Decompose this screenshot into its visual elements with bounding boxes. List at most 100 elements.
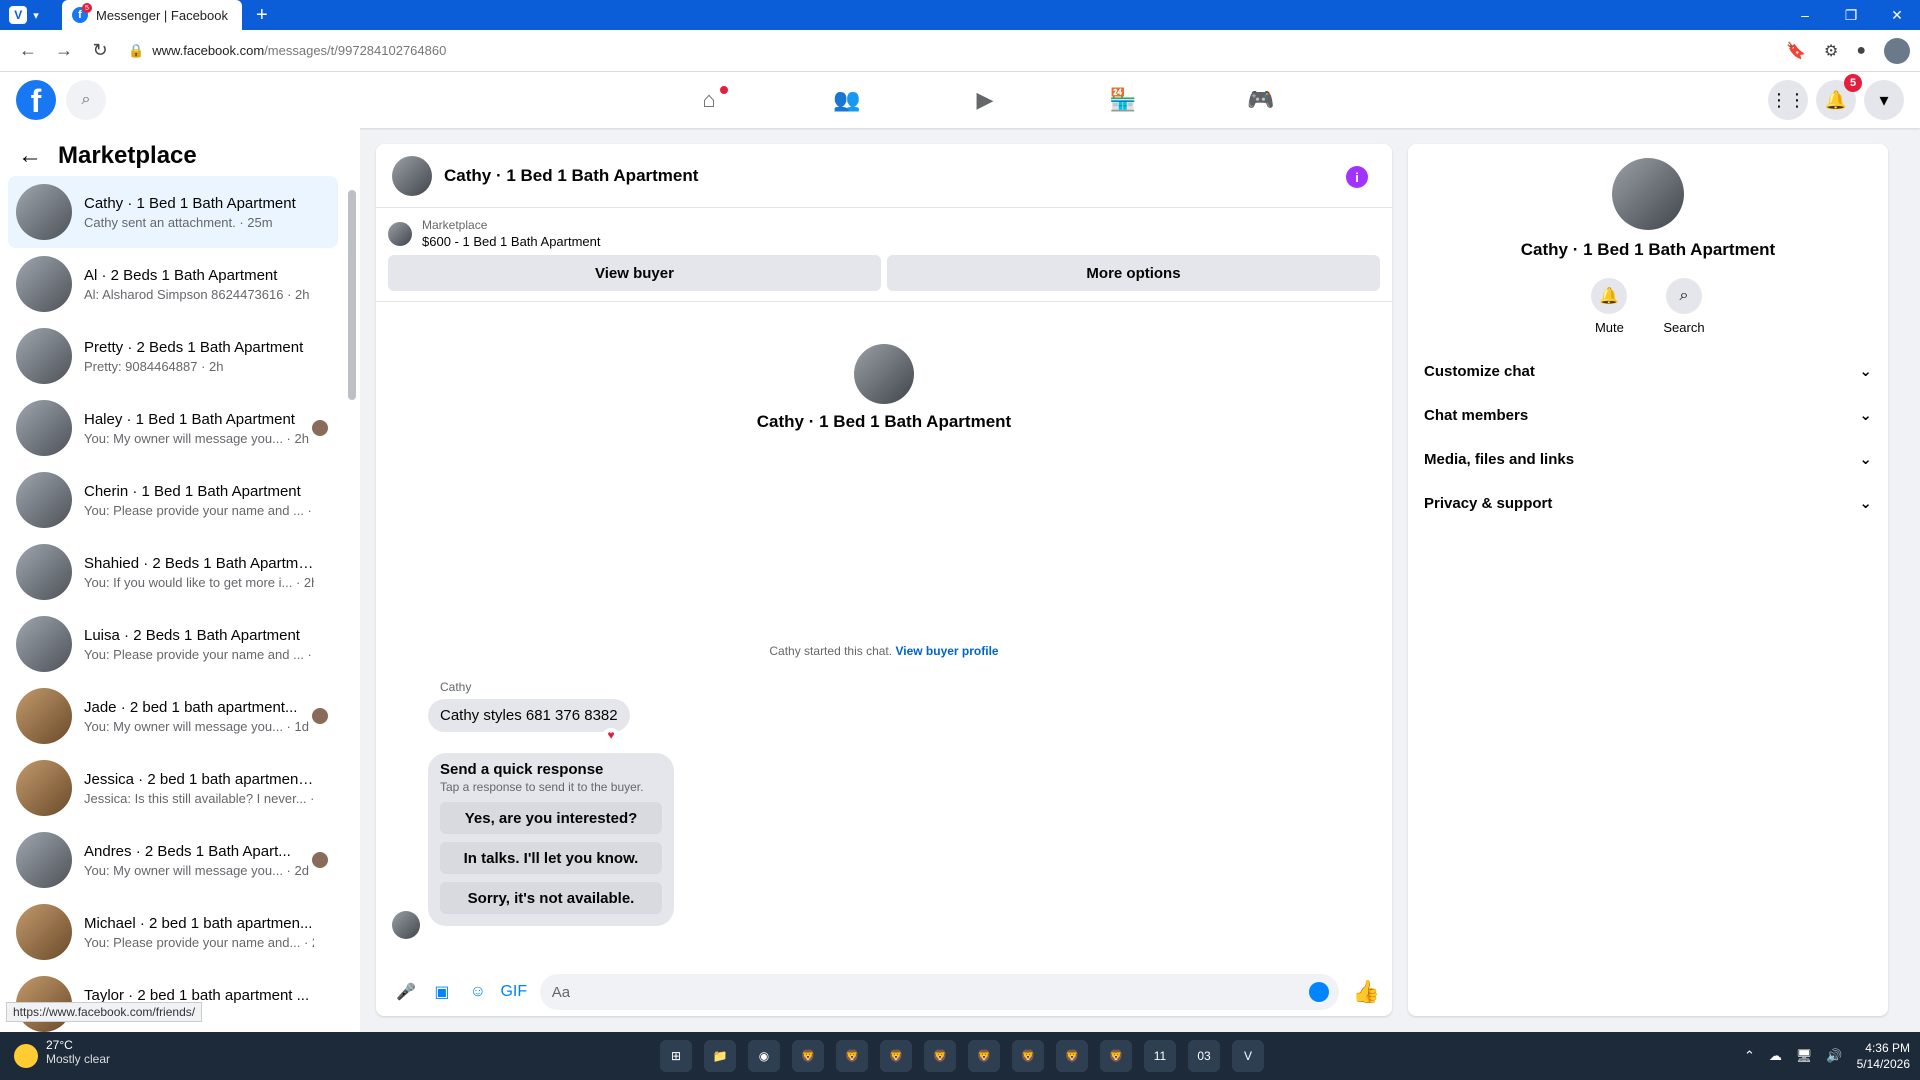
notifications-bell-icon[interactable]: 🔔 5 [1816, 74, 1862, 120]
photo-icon[interactable]: ▣ [424, 982, 460, 1002]
message-composer: 🎤 ▣ ☺ GIF Aa 👍 [376, 968, 1392, 1016]
maximize-button[interactable]: ❐ [1828, 7, 1874, 24]
cloud-icon[interactable]: ☁ [1769, 1048, 1782, 1064]
view-buyer-profile-link[interactable]: View buyer profile [895, 644, 998, 658]
reload-icon[interactable]: ↻ [82, 40, 118, 61]
lock-icon: 🔒 [128, 42, 145, 58]
home-icon[interactable]: ⌂ [640, 72, 778, 128]
brave-icon[interactable]: 🦁 [924, 1040, 956, 1072]
menu-grid-icon[interactable]: ⋮⋮ [1768, 80, 1808, 120]
facebook-logo-icon[interactable]: f [16, 80, 56, 120]
message-input[interactable]: Aa [539, 974, 1339, 1010]
conversation-item[interactable]: Luisa · 2 Beds 1 Bath Apartment You: Plea… [8, 608, 338, 680]
conversation-item[interactable]: Cathy · 1 Bed 1 Bath Apartment Cathy sent… [8, 176, 338, 248]
privacy-support-section[interactable]: Privacy & support ⌄ [1408, 481, 1888, 525]
quick-response-title: Send a quick response [440, 761, 604, 778]
conversation-item[interactable]: Al · 2 Beds 1 Bath Apartment Al: Alsharod… [8, 248, 338, 320]
quick-response-button[interactable]: Sorry, it's not available. [440, 882, 662, 914]
conversation-preview: You: If you would like to get more i... … [84, 574, 314, 590]
heart-reaction-icon[interactable]: ♥ [602, 728, 620, 746]
chat-title[interactable]: Cathy · 1 Bed 1 Bath Apartment [444, 166, 698, 186]
clock[interactable]: 4:36 PM 5/14/2026 [1857, 1040, 1910, 1072]
gif-icon[interactable]: GIF [496, 983, 532, 1001]
bookmark-icon[interactable]: 🔖 [1786, 41, 1806, 61]
brave-icon[interactable]: 🦁 [968, 1040, 1000, 1072]
scrollbar-thumb[interactable] [348, 190, 356, 400]
volume-icon[interactable]: 🔊 [1826, 1048, 1842, 1064]
listing-thumbnail [16, 184, 72, 240]
close-button[interactable]: ✕ [1874, 7, 1920, 24]
account-chevron-icon[interactable]: ▾ [1864, 80, 1904, 120]
video-icon[interactable]: ▶ [916, 72, 1054, 128]
thumbs-up-icon[interactable]: 👍 [1353, 979, 1380, 1005]
emoji-icon[interactable] [1308, 982, 1329, 1002]
weather-widget[interactable]: 27°C Mostly clear [14, 1038, 110, 1068]
conversation-item[interactable]: Jessica · 2 bed 1 bath apartment ... Jess… [8, 752, 338, 824]
brave-icon[interactable]: 🦁 [792, 1040, 824, 1072]
search-button[interactable]: ⌕ Search [1663, 278, 1705, 335]
message-bubble[interactable]: Cathy styles 681 376 8382 [428, 699, 630, 732]
record-icon[interactable]: ● [1856, 42, 1866, 60]
vivaldi-icon[interactable]: V [1232, 1040, 1264, 1072]
info-icon[interactable]: i [1346, 166, 1368, 188]
brave-icon[interactable]: 🦁 [836, 1040, 868, 1072]
conversation-preview: Pretty: 9084464887 · 2h [84, 358, 224, 374]
conversation-name: Taylor · 2 bed 1 bath apartment ... [84, 986, 310, 1004]
conversation-name: Luisa · 2 Beds 1 Bath Apartment [84, 626, 300, 644]
listing-title[interactable]: $600 - 1 Bed 1 Bath Apartment [422, 234, 601, 249]
conversation-item[interactable]: Haley · 1 Bed 1 Bath Apartment You: My ow… [8, 392, 338, 464]
forward-arrow-icon[interactable]: → [46, 40, 82, 61]
quick-response-button[interactable]: Yes, are you interested? [440, 802, 662, 834]
search-label: Search [1663, 320, 1705, 335]
chat-avatar[interactable] [392, 155, 432, 196]
conversation-name: Pretty · 2 Beds 1 Bath Apartment [84, 338, 304, 356]
network-icon[interactable]: 🖥 [1796, 1048, 1813, 1064]
listing-thumbnail [16, 472, 72, 528]
conversation-item[interactable]: Michael · 2 bed 1 bath apartmen... You: P… [8, 896, 338, 968]
minimize-button[interactable]: – [1782, 7, 1828, 23]
app-03-icon[interactable]: 03 [1188, 1040, 1220, 1072]
start-icon[interactable]: ⊞ [660, 1040, 692, 1072]
microphone-icon[interactable]: 🎤 [388, 982, 424, 1002]
new-tab-button[interactable]: + [256, 4, 268, 27]
list-scrollbar[interactable] [348, 176, 356, 1016]
profile-avatar[interactable] [1884, 38, 1910, 64]
customize-chat-section[interactable]: Customize chat ⌄ [1408, 349, 1888, 393]
brave-icon[interactable]: 🦁 [1012, 1040, 1044, 1072]
brave-icon[interactable]: 🦁 [1100, 1040, 1132, 1072]
seen-avatar [312, 852, 328, 868]
view-buyer-button[interactable]: View buyer [388, 255, 881, 291]
search-icon[interactable]: ⌕ [66, 80, 106, 120]
vivaldi-menu-button[interactable]: V ▾ [0, 0, 48, 30]
details-avatar[interactable] [1612, 158, 1684, 230]
back-arrow-icon[interactable]: ← [18, 142, 42, 170]
browser-tab-messenger[interactable]: f 5 Messenger | Facebook [62, 0, 242, 30]
conversation-item[interactable]: Cherin · 1 Bed 1 Bath Apartment You: Plea… [8, 464, 338, 536]
chevron-down-icon: ⌄ [1859, 363, 1872, 380]
conversation-item[interactable]: Jade · 2 bed 1 bath apartment... You: My … [8, 680, 338, 752]
sticker-icon[interactable]: ☺ [460, 983, 496, 1001]
more-options-button[interactable]: More options [887, 255, 1380, 291]
chevron-down-icon: ⌄ [1859, 495, 1872, 512]
quick-response-button[interactable]: In talks. I'll let you know. [440, 842, 662, 874]
conversation-item[interactable]: Shahied · 2 Beds 1 Bath Apartme... You: I… [8, 536, 338, 608]
back-arrow-icon[interactable]: ← [10, 40, 46, 61]
chat-members-section[interactable]: Chat members ⌄ [1408, 393, 1888, 437]
chat-details-panel: Cathy · 1 Bed 1 Bath Apartment 🔔 Mute ⌕ Se… [1408, 144, 1888, 1016]
chrome-icon[interactable]: ◉ [748, 1040, 780, 1072]
brave-icon[interactable]: 🦁 [880, 1040, 912, 1072]
file-explorer-icon[interactable]: 📁 [704, 1040, 736, 1072]
conversation-item[interactable]: Pretty · 2 Beds 1 Bath Apartment Pretty: … [8, 320, 338, 392]
url-field[interactable]: 🔒 www.facebook.com/messages/t/9972841027… [128, 43, 446, 59]
brave-icon[interactable]: 🦁 [1056, 1040, 1088, 1072]
conversation-item[interactable]: Andres · 2 Beds 1 Bath Apart... You: My o… [8, 824, 338, 896]
friends-icon[interactable]: 👥 [778, 72, 916, 128]
gaming-icon[interactable]: 🎮 [1192, 72, 1330, 128]
extension-icon[interactable]: ⚙ [1824, 41, 1838, 61]
chevron-up-icon[interactable]: ⌃ [1744, 1048, 1755, 1064]
marketplace-icon[interactable]: 🏪 [1054, 72, 1192, 128]
app-11-icon[interactable]: 11 [1144, 1040, 1176, 1072]
mute-button[interactable]: 🔔 Mute [1591, 278, 1628, 335]
media-files-section[interactable]: Media, files and links ⌄ [1408, 437, 1888, 481]
listing-thumbnail [16, 616, 72, 672]
